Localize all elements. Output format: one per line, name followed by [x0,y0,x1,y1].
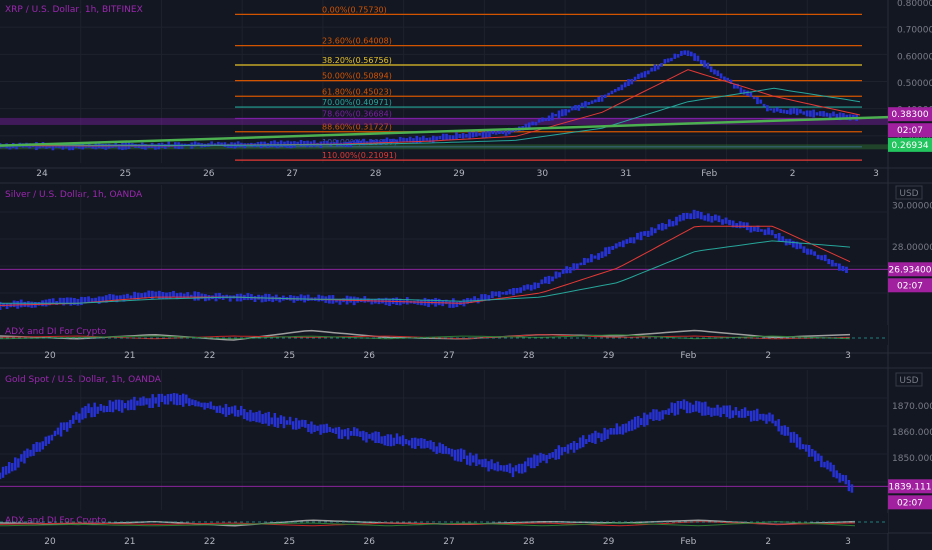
pane-2-title: Silver / U.S. Dollar, 1h, OANDA [5,190,143,200]
fib-level-label: 0.00%(0.75730) [322,5,387,14]
fib-level-label: 38.20%(0.56756) [322,56,392,65]
fib-level-label: 78.60%(0.36684) [322,110,392,119]
pane-2-time-label: 20 [44,351,56,361]
fib-level-label: 61.80%(0.45023) [322,87,392,96]
pane-3-time-label: Feb [680,537,696,547]
pane-2-time-label: Feb [680,351,696,361]
pane-3-time-label: 26 [363,537,375,547]
pane-3-time-label: 29 [603,537,615,547]
fib-level-label: 110.00%(0.21091) [322,151,397,160]
pane-2-countdown-label: 02:07 [897,281,923,291]
pane-3-price-axis-label: 1850.000 [892,454,932,464]
pane-1-time-label: 25 [120,169,131,179]
pane-1-title: XRP / U.S. Dollar, 1h, BITFINEX [5,5,143,15]
pane-1-countdown-label: 02:07 [897,126,923,136]
pane-1-time-label: 3 [873,169,879,179]
fib-level-label: 23.60%(0.64008) [322,37,392,46]
pane-3-time-label: 20 [44,537,56,547]
pane-3-time-label: 3 [845,537,851,547]
pane-2-time-label: 22 [204,351,215,361]
pane-1-price-axis-label: 0.50000 [897,79,932,89]
fib-level-label: 50.00%(0.50894) [322,72,392,81]
indicator-subpane-2 [0,325,888,345]
pane-2-area[interactable] [0,185,888,345]
pane-3-time-label: 28 [523,537,535,547]
pane-1-price-axis-label: 0.80000 [897,0,932,9]
pane-3-countdown-label: 02:07 [897,498,923,508]
pane-1-time-label: 27 [286,169,297,179]
pane-1-price-axis-label: 0.70000 [897,26,932,36]
pane-2-time-label: 27 [443,351,454,361]
indicator-2-title: ADX and DI For Crypto [5,327,107,337]
pane-2-price-axis-label: 28.00000 [892,243,932,253]
pane-3-price-axis-label: 1860.000 [892,428,932,438]
pane-2-time-label: 26 [363,351,375,361]
pane-3-time-label: 25 [284,537,295,547]
pane-3-title: Gold Spot / U.S. Dollar, 1h, OANDA [5,375,162,385]
pane-3-last-price-label: 1839.111 [889,482,932,492]
currency-label-3: USD [899,376,918,386]
pane-1-price-axis-label: 0.60000 [897,52,932,62]
pane-2-price-axis-label: 30.00000 [892,201,932,211]
pane-3-time-label: 27 [443,537,454,547]
pane-1-time-label: 31 [620,169,631,179]
pane-3-time-label: 22 [204,537,215,547]
pane-2-last-price-label: 26.93400 [889,265,932,275]
pane-2-time-label: 25 [284,351,295,361]
pane-1-time-label: 30 [537,169,549,179]
pane-1-last-price-label: 0.38300 [891,110,928,120]
pane-2-time-label: 21 [124,351,135,361]
pane-3-price-axis-label: 1870.000 [892,402,932,412]
pane-3-area[interactable] [0,370,888,530]
chart-layout: XRP / U.S. Dollar, 1h, BITFINEX Silver /… [0,0,932,550]
pane-2-time-label: 3 [845,351,851,361]
pane-1-time-label: 28 [370,169,382,179]
pane-3-time-label: 21 [124,537,135,547]
pane-1-time-label: 24 [36,169,48,179]
fib-level-label: 70.00%(0.40971) [322,98,392,107]
pane-1-time-label: 26 [203,169,215,179]
pane-1-trend-price-label: 0.26934 [891,141,928,151]
pane-2-time-label: 28 [523,351,535,361]
pane-1-time-label: 2 [790,169,796,179]
currency-label-2: USD [899,189,918,199]
pane-2-time-label: 2 [765,351,771,361]
pane-3-time-label: 2 [765,537,771,547]
pane-1-time-label: Feb [701,169,717,179]
pane-1-time-label: 29 [453,169,465,179]
pane-2-time-label: 29 [603,351,615,361]
